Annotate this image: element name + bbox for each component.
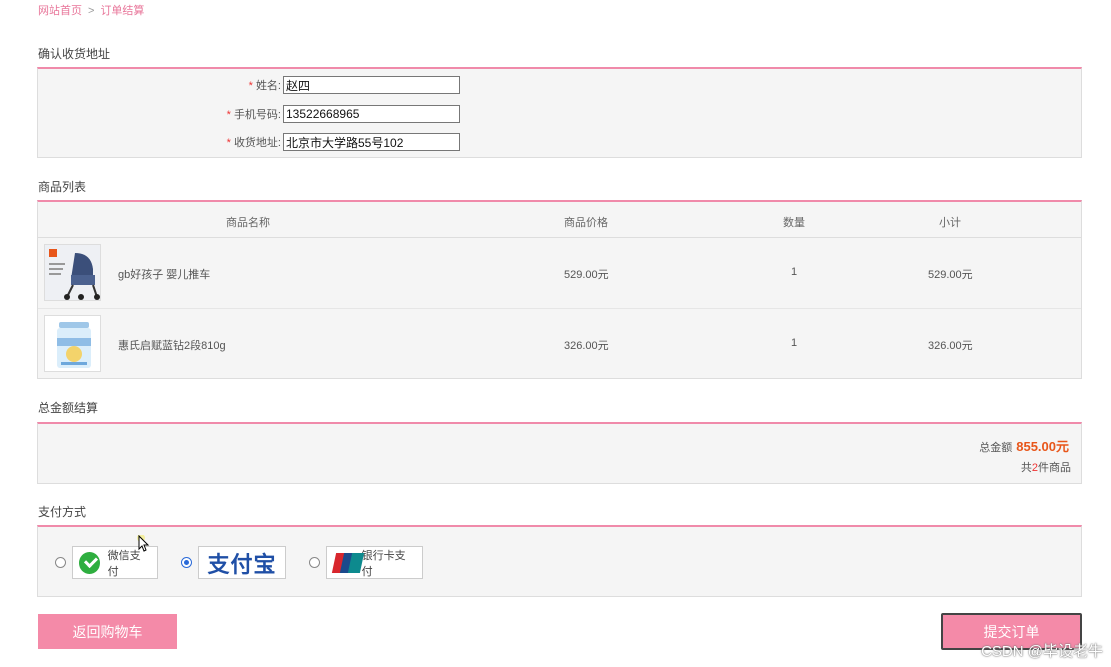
unionpay-pay-box[interactable]: 银行卡支付 [326,546,423,579]
count-prefix: 共 [1020,462,1032,474]
breadcrumb: 网站首页 > 订单结算 [38,2,144,18]
milk-powder-image[interactable] [44,315,101,372]
product-price: 326.00元 [564,340,609,352]
address-section-title: 确认收货地址 [38,47,111,61]
payment-option-unionpay[interactable]: 银行卡支付 [309,546,423,579]
wechat-radio[interactable] [55,557,66,568]
product-name[interactable]: 惠氏启赋蓝钻2段810g [118,337,226,353]
header-price: 商品价格 [564,217,608,229]
count-suffix: 件商品 [1038,462,1071,474]
product-name[interactable]: gb好孩子 婴儿推车 [118,266,210,282]
required-mark: * [248,80,253,92]
table-header: 商品名称 商品价格 数量 小计 [38,202,1081,238]
breadcrumb-home-link[interactable]: 网站首页 [38,5,82,17]
unionpay-radio[interactable] [309,557,320,568]
product-subtotal: 529.00元 [928,269,973,281]
mouse-cursor-icon [137,535,150,552]
unionpay-icon [331,552,365,573]
product-price: 529.00元 [564,269,609,281]
total-panel: 总金额 855.00元 共2件商品 [37,422,1082,484]
unionpay-label: 银行卡支付 [361,549,406,578]
product-quantity: 1 [791,337,798,349]
alipay-radio[interactable] [181,557,192,568]
product-section-title: 商品列表 [38,180,87,194]
payment-panel: 微信支付 支付宝 银行卡支付 [37,525,1082,597]
breadcrumb-separator: > [88,5,95,17]
header-quantity: 数量 [783,217,805,229]
name-row: * 姓名: [73,76,460,94]
header-subtotal: 小计 [939,217,961,229]
phone-row: * 手机号码: [73,105,460,123]
product-subtotal: 326.00元 [928,340,973,352]
payment-section-title: 支付方式 [38,505,87,519]
phone-label: 手机号码: [233,109,281,121]
total-label: 总金额 [979,442,1013,454]
phone-field[interactable] [283,105,460,123]
wechat-icon [79,551,100,574]
breadcrumb-current: 订单结算 [100,5,145,17]
payment-option-alipay[interactable]: 支付宝 [181,546,286,579]
required-mark: * [226,137,231,149]
product-quantity: 1 [791,266,798,278]
total-amount: 855.00元 [1016,439,1069,454]
alipay-pay-box[interactable]: 支付宝 [198,546,286,579]
address-field[interactable] [283,133,460,151]
total-section-title: 总金额结算 [38,401,99,415]
required-mark: * [226,109,231,121]
item-count: 共2件商品 [1021,459,1071,475]
name-field[interactable] [283,76,460,94]
table-row: 惠氏启赋蓝钻2段810g 326.00元 1 326.00元 [38,309,1081,380]
address-panel: *姓名: *手机号码: *收货地址: [37,67,1082,158]
alipay-icon: 支付宝 [207,551,277,578]
product-table: 商品名称 商品价格 数量 小计 gb好孩子 婴儿推车 529.00元 1 529… [37,200,1082,379]
header-product-name: 商品名称 [226,217,270,229]
watermark: CSDN @毕设老牛 [981,643,1103,660]
back-to-cart-button[interactable]: 返回购物车 [38,614,177,649]
name-label: 姓名: [255,80,281,92]
total-line: 总金额 855.00元 [979,436,1069,455]
address-label: 收货地址: [233,137,281,149]
address-row: * 收货地址: [73,133,460,151]
stroller-image[interactable] [44,244,101,301]
table-row: gb好孩子 婴儿推车 529.00元 1 529.00元 [38,238,1081,309]
